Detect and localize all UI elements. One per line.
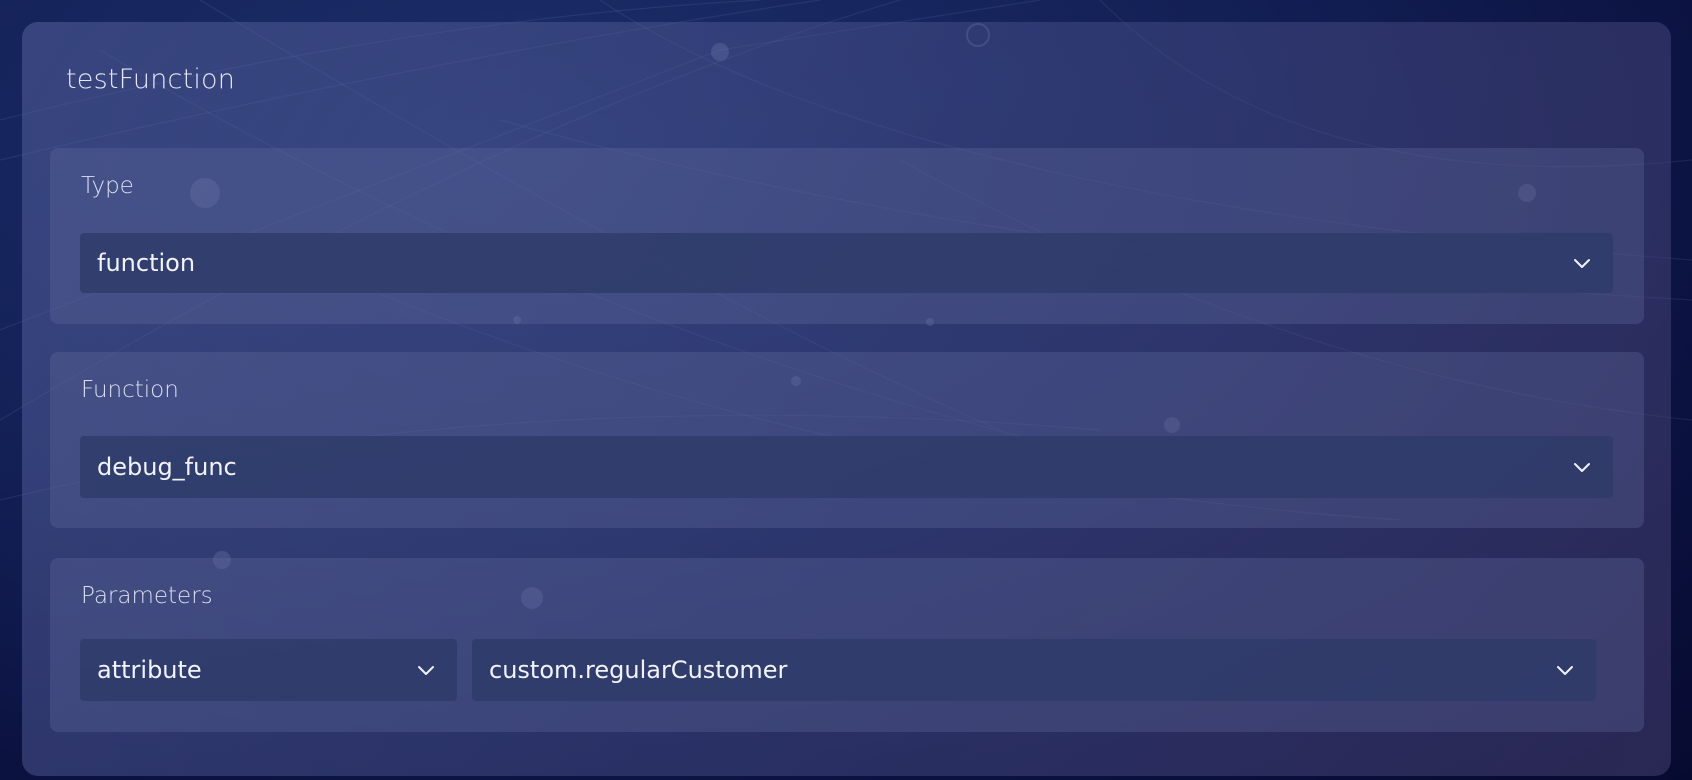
- chevron-down-icon: [418, 666, 434, 675]
- type-select[interactable]: function: [80, 233, 1613, 293]
- function-select-value: debug_func: [97, 453, 237, 481]
- parameters-label: Parameters: [81, 583, 213, 609]
- parameter-value-value: custom.regularCustomer: [489, 656, 788, 684]
- function-select[interactable]: debug_func: [80, 436, 1613, 498]
- type-panel: Type function: [50, 148, 1644, 324]
- parameter-type-value: attribute: [97, 656, 202, 684]
- chevron-down-icon: [1557, 666, 1573, 675]
- chevron-down-icon: [1574, 259, 1590, 268]
- function-label: Function: [81, 377, 179, 403]
- function-card: testFunction Type function Function debu…: [22, 22, 1671, 776]
- parameter-value-select[interactable]: custom.regularCustomer: [472, 639, 1596, 701]
- card-title: testFunction: [66, 64, 236, 95]
- function-panel: Function debug_func: [50, 352, 1644, 528]
- type-label: Type: [81, 173, 134, 199]
- chevron-down-icon: [1574, 463, 1590, 472]
- type-select-value: function: [97, 249, 196, 277]
- parameters-panel: Parameters attribute custom.regularCusto…: [50, 558, 1644, 732]
- parameter-type-select[interactable]: attribute: [80, 639, 457, 701]
